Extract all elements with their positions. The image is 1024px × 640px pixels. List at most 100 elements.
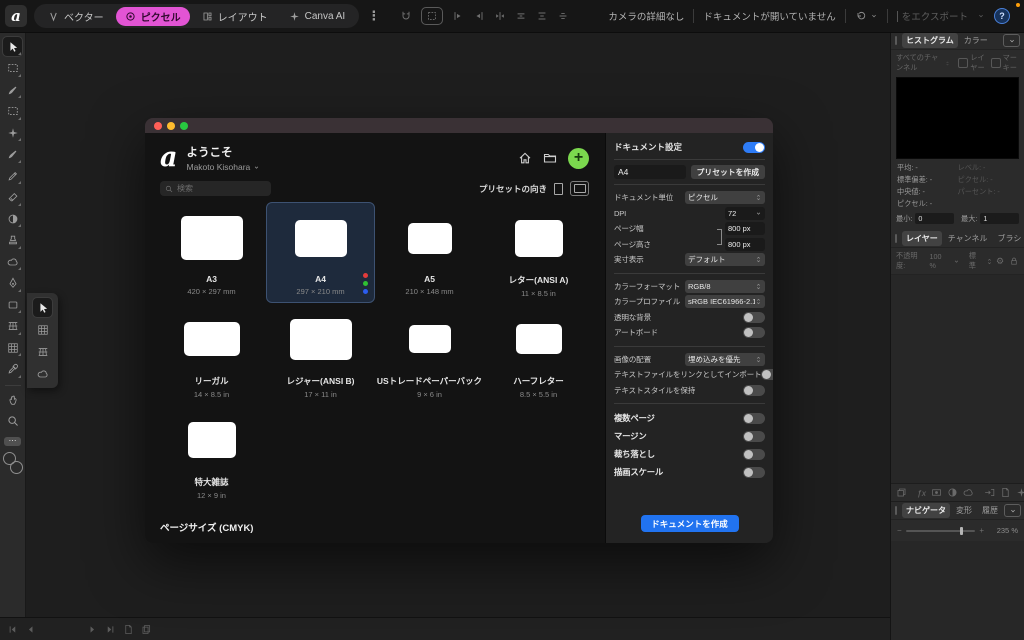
edit-all-layers-icon[interactable] [896,487,907,498]
portrait-orientation-button[interactable] [554,183,563,195]
preset-card[interactable]: A3420 × 297 mm [157,202,266,303]
tab-カラー[interactable]: カラー [960,33,992,48]
tab-履歴[interactable]: 履歴 [978,503,1002,518]
landscape-orientation-button[interactable] [570,181,589,196]
create-document-button[interactable]: ドキュメントを作成 [641,515,739,532]
open-file-button[interactable] [543,151,557,165]
select-画像の配置[interactable]: 埋め込みを優先 [685,353,765,366]
clone-stamp-tool[interactable] [3,231,22,250]
preset-name-field[interactable]: A4 [614,165,686,179]
add-page-button[interactable] [123,624,134,635]
move-tool[interactable] [33,298,52,317]
mesh-warp-tool[interactable] [3,338,22,357]
toggle-裁ち落とし[interactable] [743,449,765,460]
toggle-マージン[interactable] [743,431,765,442]
zoom-in-button[interactable]: + [979,526,984,535]
persona-button-sparkle[interactable]: Canva AI [280,7,355,26]
tab-レイヤー[interactable]: レイヤー [902,231,942,246]
mesh-grid-tool[interactable] [33,320,52,339]
field-ページ高さ[interactable]: 800 px [725,238,765,251]
previous-page-button[interactable] [25,624,36,635]
opacity-value[interactable]: 100 % [930,252,950,270]
flood-select-tool[interactable] [3,123,22,142]
layer-settings-icon[interactable]: ⚙ [996,256,1004,267]
dodge-burn-tool[interactable] [3,209,22,228]
transform-bounds-icon[interactable] [421,7,443,25]
collapse-panel-button[interactable] [1004,504,1021,517]
align-left-icon[interactable] [452,10,464,22]
selection-brush-tool[interactable] [3,80,22,99]
liquify-tool[interactable] [33,364,52,383]
blend-mode-select[interactable]: 標準 [969,251,983,271]
frame-tool[interactable] [3,317,22,336]
tab-ヒストグラム[interactable]: ヒストグラム [902,33,958,48]
color-selector[interactable] [3,452,23,474]
more-tools-button[interactable]: ⋯ [4,437,21,446]
select-実寸表示[interactable]: デフォルト [685,253,765,266]
create-preset-button[interactable]: プリセットを作成 [691,165,765,179]
preset-card[interactable]: レジャー(ANSI B)17 × 11 in [266,303,375,404]
distribute-bottom-icon[interactable] [557,10,569,22]
preset-card[interactable]: 特大雑誌12 × 9 in [157,404,266,505]
persona-button-layout[interactable]: レイアウト [193,7,277,26]
align-right-icon[interactable] [494,10,506,22]
drag-handle[interactable] [895,234,897,243]
persona-button-pixel[interactable]: ピクセル [116,7,190,26]
preset-card[interactable]: USトレードペーパーバック9 × 6 in [375,303,484,404]
preset-card[interactable]: レター(ANSI A)11 × 8.5 in [484,202,593,303]
hand-tool[interactable] [3,390,22,409]
pixel-pencil-tool[interactable] [3,166,22,185]
dialog-titlebar[interactable] [145,118,773,133]
home-button[interactable] [518,151,532,165]
layers-list[interactable] [891,275,1024,483]
marquee-select-tool[interactable] [3,102,22,121]
toggle-描画スケール[interactable] [743,467,765,478]
preset-card[interactable]: A5210 × 148 mm [375,202,484,303]
drag-handle[interactable] [895,36,897,45]
live-filter-icon[interactable] [963,487,974,498]
move-tool[interactable] [3,37,22,56]
duplicate-page-button[interactable] [141,624,152,635]
shape-tool[interactable] [3,295,22,314]
maximize-button[interactable] [180,122,188,130]
max-field[interactable]: 1 [980,213,1019,224]
eraser-tool[interactable] [3,188,22,207]
zoom-slider[interactable] [906,530,976,532]
field-ページ幅[interactable]: 800 px [725,222,765,235]
close-button[interactable] [154,122,162,130]
export-control[interactable]: をエクスポート [897,9,968,23]
fx-icon[interactable]: ƒx [917,488,926,498]
preset-card[interactable]: ハーフレター8.5 × 5.5 in [484,303,593,404]
distribute-middle-icon[interactable] [536,10,548,22]
toggle-透明な背景[interactable] [743,312,765,323]
mask-layer-icon[interactable] [931,487,942,498]
combo-DPI[interactable]: 72 [725,207,765,220]
last-page-button[interactable] [105,624,116,635]
zoom-out-button[interactable]: − [897,526,902,535]
channel-select[interactable]: すべてのチャンネル [896,53,941,73]
select-カラープロファイル[interactable]: sRGB IEC61966-2.1 [685,295,765,308]
next-page-button[interactable] [87,624,98,635]
link-dimensions-icon[interactable] [717,236,722,245]
zoom-slider-thumb[interactable] [960,527,963,535]
align-center-icon[interactable] [473,10,485,22]
zoom-percentage[interactable]: 235 % [988,526,1018,535]
help-button[interactable]: ? [994,8,1010,24]
document-settings-toggle[interactable] [743,142,765,153]
toggle-アートボード[interactable] [743,327,765,338]
blur-smudge-tool[interactable] [3,252,22,271]
toggle-テキストファイルをリンクとしてインポート[interactable] [761,369,773,380]
tab-変形[interactable]: 変形 [952,503,976,518]
checkbox-レイヤー[interactable]: レイヤー [958,53,986,73]
persona-overflow-button[interactable]: ⋮ [367,8,380,24]
tab-ナビゲータ[interactable]: ナビゲータ [902,503,950,518]
move-inside-icon[interactable] [984,487,995,498]
min-field[interactable]: 0 [915,213,954,224]
minimize-button[interactable] [167,122,175,130]
first-page-button[interactable] [7,624,18,635]
perspective-tool[interactable] [33,342,52,361]
preset-card[interactable]: リーガル14 × 8.5 in [157,303,266,404]
zoom-tool[interactable] [3,412,22,431]
distribute-top-icon[interactable] [515,10,527,22]
search-input[interactable]: 検索 [160,181,271,196]
